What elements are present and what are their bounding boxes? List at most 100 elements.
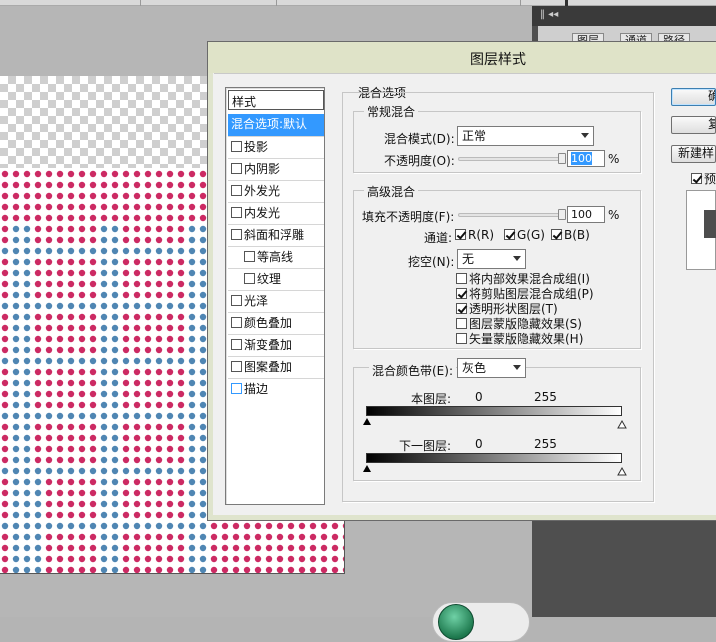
- fill-opacity-label: 填充不透明度(F):: [362, 210, 455, 224]
- advanced-option-label: 透明形状图层(T): [469, 302, 558, 316]
- style-item-label: 内发光: [244, 206, 281, 220]
- style-item[interactable]: 等高线: [228, 246, 324, 268]
- style-item[interactable]: 混合选项:默认: [228, 114, 324, 136]
- style-item-checkbox[interactable]: [244, 273, 255, 284]
- style-item-checkbox[interactable]: [231, 339, 242, 350]
- channel-g[interactable]: G(G): [504, 228, 545, 242]
- blend-if-group: [353, 367, 641, 481]
- this-layer-max: 255: [534, 390, 557, 404]
- advanced-option-label: 将内部效果混合成组(I): [469, 272, 590, 286]
- blend-if-select[interactable]: 灰色: [457, 358, 526, 378]
- style-item-checkbox[interactable]: [231, 141, 242, 152]
- this-layer-black-slider[interactable]: [363, 418, 371, 425]
- channel-g-checkbox[interactable]: [504, 229, 515, 240]
- advanced-option-checkbox[interactable]: [456, 318, 467, 329]
- preview-toggle[interactable]: 预: [691, 170, 716, 187]
- style-item[interactable]: 图案叠加: [228, 356, 324, 378]
- this-layer-gradient: [366, 406, 622, 416]
- advanced-option-label: 矢量蒙版隐藏效果(H): [469, 332, 584, 346]
- style-item-label: 内阴影: [244, 162, 281, 176]
- style-item-checkbox[interactable]: [231, 383, 242, 394]
- style-item-label: 斜面和浮雕: [244, 228, 305, 242]
- blend-mode-value: 正常: [462, 129, 487, 143]
- style-item[interactable]: 内阴影: [228, 158, 324, 180]
- style-item-checkbox[interactable]: [231, 295, 242, 306]
- style-item-checkbox[interactable]: [231, 361, 242, 372]
- style-item[interactable]: 斜面和浮雕: [228, 224, 324, 246]
- style-item[interactable]: 颜色叠加: [228, 312, 324, 334]
- style-item[interactable]: 纹理: [228, 268, 324, 290]
- fill-opacity-slider-thumb[interactable]: [558, 209, 566, 220]
- new-style-button[interactable]: 新建样: [671, 145, 716, 163]
- underlying-black-slider[interactable]: [363, 465, 371, 472]
- green-orb-icon[interactable]: [438, 604, 474, 640]
- underlying-layer-gradient: [366, 453, 622, 463]
- panel-collapse-bar[interactable]: ‖ ◂◂: [532, 6, 716, 26]
- style-item-label: 混合选项:默认: [231, 117, 308, 131]
- style-item-label: 图案叠加: [244, 360, 293, 374]
- style-item-label: 渐变叠加: [244, 338, 293, 352]
- style-item-label: 投影: [244, 140, 269, 154]
- channel-b-checkbox[interactable]: [551, 229, 562, 240]
- this-layer-label: 本图层:: [411, 392, 452, 406]
- style-item[interactable]: 外发光: [228, 180, 324, 202]
- style-item-label: 描边: [244, 382, 269, 396]
- style-item-checkbox[interactable]: [231, 163, 242, 174]
- opacity-slider-thumb[interactable]: [558, 153, 566, 164]
- chevron-down-icon: [513, 256, 521, 261]
- dialog-titlebar[interactable]: 图层样式: [207, 41, 716, 73]
- blend-mode-select[interactable]: 正常: [457, 126, 594, 146]
- style-item-checkbox[interactable]: [231, 317, 242, 328]
- advanced-option-label: 图层蒙版隐藏效果(S): [469, 317, 582, 331]
- style-item-checkbox[interactable]: [231, 229, 242, 240]
- opacity-unit: %: [608, 152, 620, 166]
- style-item[interactable]: 渐变叠加: [228, 334, 324, 356]
- underlying-layer-max: 255: [534, 437, 557, 451]
- knockout-value: 无: [462, 252, 475, 266]
- dialog-title: 图层样式: [470, 52, 526, 68]
- channel-r-checkbox[interactable]: [455, 229, 466, 240]
- collapse-arrows-icon[interactable]: ‖ ◂◂: [540, 9, 558, 20]
- style-item[interactable]: 描边: [228, 378, 324, 400]
- style-item[interactable]: 光泽: [228, 290, 324, 312]
- this-layer-min: 0: [475, 390, 483, 404]
- opacity-slider[interactable]: [458, 157, 562, 161]
- blend-if-label: 混合颜色带(E):: [369, 362, 456, 379]
- reset-button[interactable]: 复: [671, 116, 716, 134]
- underlying-layer-min: 0: [475, 437, 483, 451]
- style-preview-swatch: [704, 210, 716, 238]
- style-item-label: 光泽: [244, 294, 269, 308]
- style-item-checkbox[interactable]: [231, 185, 242, 196]
- style-item-label: 纹理: [257, 272, 282, 286]
- channel-r[interactable]: R(R): [455, 228, 494, 242]
- this-layer-white-slider[interactable]: [617, 418, 627, 429]
- knockout-select[interactable]: 无: [457, 249, 526, 269]
- underlying-layer-label: 下一图层:: [399, 439, 452, 453]
- channel-b[interactable]: B(B): [551, 228, 590, 242]
- underlying-white-slider[interactable]: [617, 465, 627, 476]
- advanced-option-checkbox[interactable]: [456, 288, 467, 299]
- style-item-label: 颜色叠加: [244, 316, 293, 330]
- advanced-option-label: 将剪贴图层混合成组(P): [469, 287, 594, 301]
- knockout-label: 挖空(N):: [408, 255, 455, 269]
- style-item-label: 外发光: [244, 184, 281, 198]
- style-list-header[interactable]: 样式: [228, 90, 324, 110]
- style-item[interactable]: 投影: [228, 136, 324, 158]
- fill-opacity-input[interactable]: 100: [567, 206, 605, 223]
- fill-opacity-unit: %: [608, 208, 620, 222]
- style-item[interactable]: 内发光: [228, 202, 324, 224]
- ok-button[interactable]: 确: [671, 88, 716, 106]
- opacity-input[interactable]: 100: [567, 150, 605, 167]
- preview-checkbox[interactable]: [691, 173, 702, 184]
- blend-if-value: 灰色: [462, 361, 487, 375]
- style-item-checkbox[interactable]: [244, 251, 255, 262]
- general-blending-title: 常规混合: [364, 103, 419, 120]
- style-list: 样式 混合选项:默认投影内阴影外发光内发光斜面和浮雕等高线纹理光泽颜色叠加渐变叠…: [225, 87, 325, 505]
- advanced-option-checkbox[interactable]: [456, 303, 467, 314]
- advanced-blending-title: 高级混合: [364, 183, 419, 200]
- fill-opacity-slider[interactable]: [458, 213, 562, 217]
- style-item-checkbox[interactable]: [231, 207, 242, 218]
- advanced-option-checkbox[interactable]: [456, 333, 467, 344]
- advanced-option-checkbox[interactable]: [456, 273, 467, 284]
- advanced-option[interactable]: 矢量蒙版隐藏效果(H): [456, 330, 583, 347]
